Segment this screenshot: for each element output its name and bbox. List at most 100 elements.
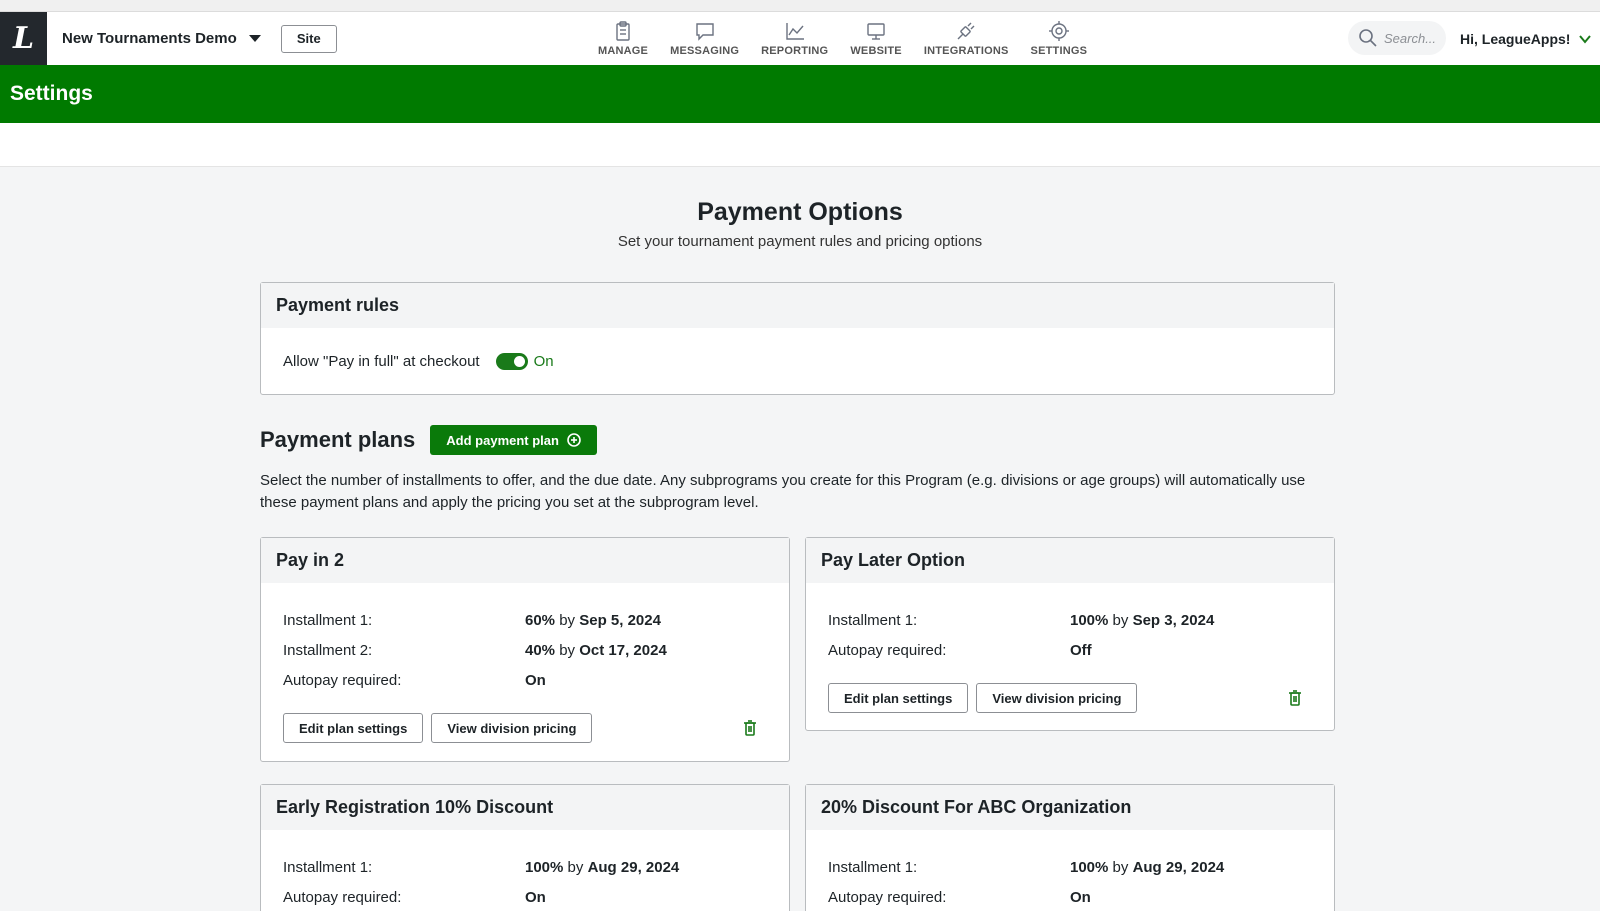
top-navigation-bar: L New Tournaments Demo Site MANAGE MESSA… [0,12,1600,65]
nav-website[interactable]: WEBSITE [850,12,902,65]
delete-plan-button[interactable] [743,720,757,741]
band-title: Settings [10,82,93,105]
autopay-row: Autopay required: Off [828,635,1312,665]
plan-actions: Edit plan settings View division pricing [828,683,1312,713]
search-box[interactable]: Search... [1348,21,1446,55]
installment-label: Installment 2: [283,641,373,659]
installment-row: Installment 1: 100% by Aug 29, 2024 [283,852,767,882]
trash-icon [1289,690,1301,706]
installment-row: Installment 1: 100% by Aug 29, 2024 [828,852,1312,882]
installment-label: Installment 1: [828,611,918,629]
site-button[interactable]: Site [280,24,337,53]
plan-card: Pay in 2 Installment 1: 60% by Sep 5, 20… [260,537,790,762]
plan-title: Pay Later Option [806,538,1334,583]
nav-messaging[interactable]: MESSAGING [670,12,739,65]
pay-in-full-row: Allow "Pay in full" at checkout On [261,328,1334,395]
plan-actions: Edit plan settings View division pricing [283,713,767,743]
installment-percent: 40% [525,641,556,659]
browser-bookmarks-strip [0,0,1600,12]
installment-value: 100% by Sep 3, 2024 [1070,612,1214,629]
nav-reporting[interactable]: REPORTING [761,12,828,65]
plan-title: Early Registration 10% Discount [261,785,789,830]
autopay-value: On [1070,888,1091,906]
view-division-pricing-button[interactable]: View division pricing [431,713,593,743]
payment-plans-header: Payment plans Add payment plan [260,425,597,455]
autopay-row: Autopay required: On [283,882,767,911]
installment-percent: 100% [525,858,564,876]
installment-value: 40% by Oct 17, 2024 [525,642,667,659]
nav-messaging-label: MESSAGING [670,45,740,57]
autopay-row: Autopay required: On [828,882,1312,911]
plug-icon [957,22,975,40]
monitor-icon [867,23,885,40]
org-dropdown-caret-icon[interactable] [248,35,261,42]
gear-icon [1048,21,1069,41]
nav-reporting-label: REPORTING [761,45,829,57]
by-word: by [559,641,576,659]
by-word: by [567,858,584,876]
sub-header-band [0,123,1600,167]
installment-date: Aug 29, 2024 [1132,858,1225,876]
nav-website-label: WEBSITE [850,45,902,57]
add-payment-plan-label: Add payment plan [446,432,559,448]
installment-value: 100% by Aug 29, 2024 [525,859,679,876]
installment-value: 60% by Sep 5, 2024 [525,612,661,629]
autopay-value: Off [1070,641,1092,659]
trash-icon [744,720,756,736]
edit-plan-settings-button[interactable]: Edit plan settings [828,683,969,713]
installment-label: Installment 1: [283,858,373,876]
installment-row: Installment 2: 40% by Oct 17, 2024 [283,635,767,665]
line-chart-icon [786,23,804,40]
autopay-label: Autopay required: [283,671,402,689]
page-title: Payment Options [697,198,903,226]
nav-integrations-label: INTEGRATIONS [923,45,1009,57]
installment-row: Installment 1: 60% by Sep 5, 2024 [283,605,767,635]
delete-plan-button[interactable] [1288,690,1302,711]
leagueapps-logo[interactable]: L [0,12,47,65]
by-word: by [1112,858,1129,876]
page-header: Payment Options Set your tournament paym… [0,198,1600,250]
payment-rules-card: Payment rules Allow "Pay in full" at che… [260,282,1335,395]
nav-integrations[interactable]: INTEGRATIONS [924,12,1009,65]
chevron-down-icon [1579,34,1592,44]
by-word: by [1112,611,1129,629]
pay-in-full-label: Allow "Pay in full" at checkout [283,353,480,370]
edit-plan-settings-button[interactable]: Edit plan settings [283,713,424,743]
nav-manage[interactable]: MANAGE [598,12,648,65]
user-menu[interactable]: Hi, LeagueApps! [1460,12,1592,65]
pay-in-full-state: On [533,353,554,370]
chat-bubble-icon [695,23,714,41]
payment-plans-title: Payment plans [260,427,416,452]
installment-percent: 60% [525,611,556,629]
plan-title: 20% Discount For ABC Organization [806,785,1334,830]
installment-percent: 100% [1070,611,1109,629]
autopay-value: On [525,888,546,906]
nav-settings-label: SETTINGS [1030,45,1088,57]
autopay-label: Autopay required: [828,888,947,906]
autopay-value: On [525,671,546,689]
view-division-pricing-button[interactable]: View division pricing [976,683,1138,713]
nav-manage-label: MANAGE [598,45,649,57]
installment-row: Installment 1: 100% by Sep 3, 2024 [828,605,1312,635]
greeting-text: Hi, LeagueApps! [1460,30,1571,47]
nav-settings[interactable]: SETTINGS [1031,12,1088,65]
autopay-label: Autopay required: [283,888,402,906]
installment-date: Sep 5, 2024 [579,611,661,629]
pay-in-full-toggle[interactable] [495,353,528,370]
plan-card: Pay Later Option Installment 1: 100% by … [805,537,1335,731]
page-title-band: Settings [0,65,1600,123]
autopay-row: Autopay required: On [283,665,767,695]
installment-value: 100% by Aug 29, 2024 [1070,859,1224,876]
search-icon [1359,29,1377,47]
org-name[interactable]: New Tournaments Demo [62,30,237,47]
plus-circle-icon [567,433,581,447]
payment-rules-title: Payment rules [261,283,1334,328]
payment-plans-description: Select the number of installments to off… [260,472,1306,511]
plan-card: 20% Discount For ABC Organization Instal… [805,784,1335,911]
installment-label: Installment 1: [828,858,918,876]
add-payment-plan-button[interactable]: Add payment plan [430,425,597,455]
plan-card: Early Registration 10% Discount Installm… [260,784,790,911]
installment-date: Oct 17, 2024 [579,641,667,659]
page-subtitle: Set your tournament payment rules and pr… [617,233,983,250]
by-word: by [559,611,576,629]
